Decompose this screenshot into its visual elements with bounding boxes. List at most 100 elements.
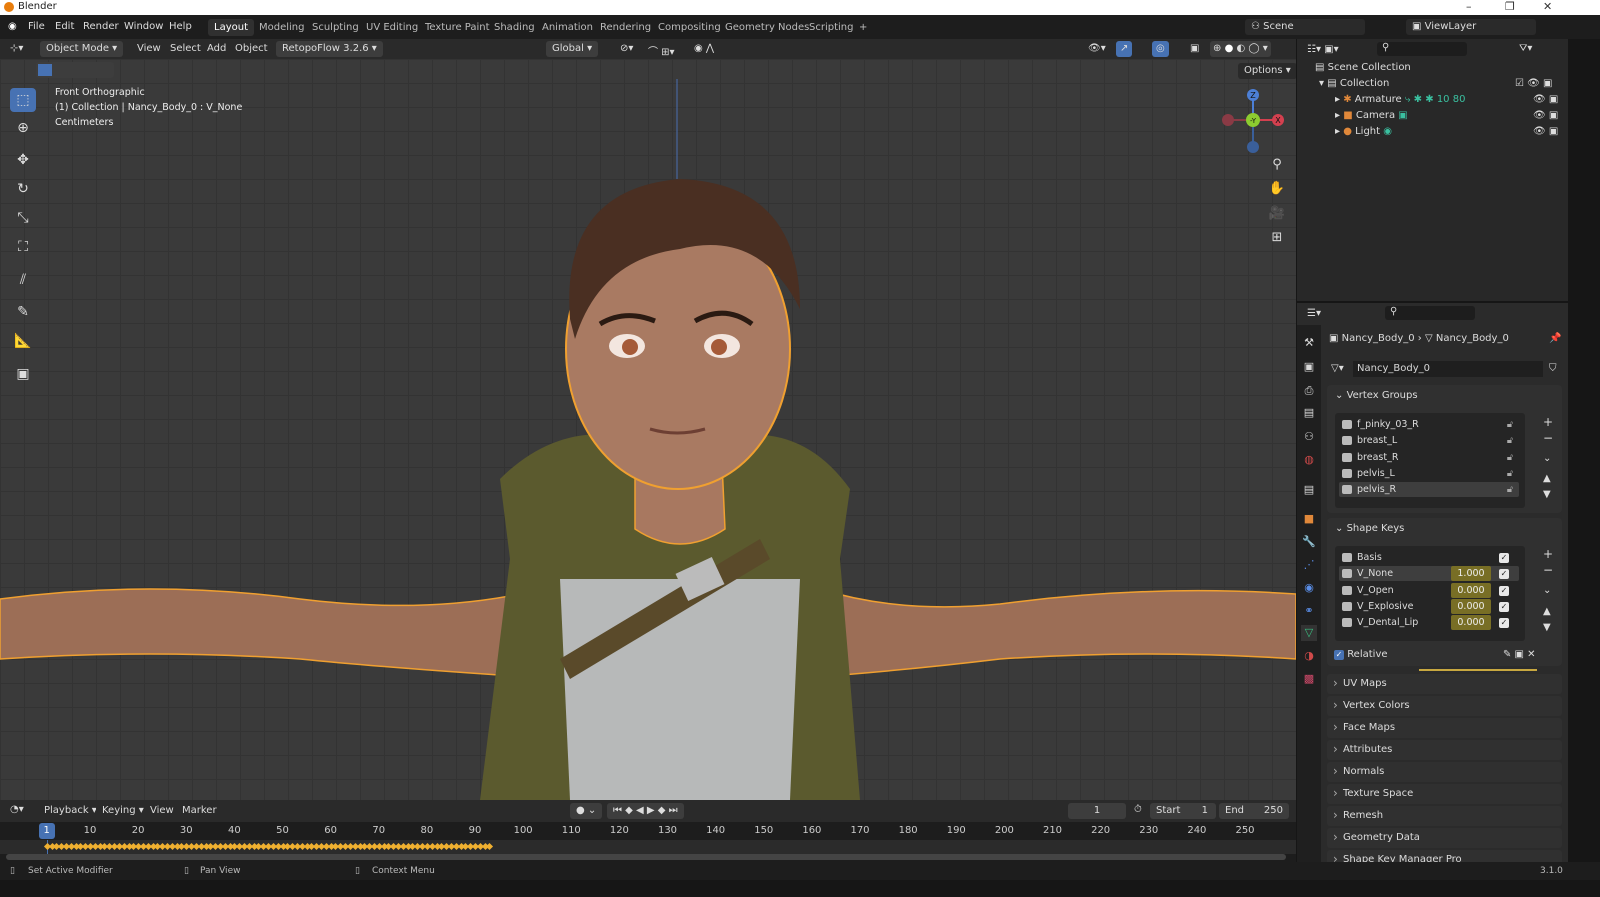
keyframe-track[interactable] [0,840,1296,854]
playback-controls[interactable]: ⏮ ◆ ◀ ▶ ◆ ⏭ [607,803,684,819]
shape-key-item[interactable]: Basis ✓ [1339,550,1519,565]
vertex-group-item[interactable]: breast_R 🔓︎ [1339,450,1519,465]
timeline-scrollbar[interactable] [6,854,1286,860]
visibility-icon[interactable]: 👁▾ [1088,43,1106,54]
tab-shading[interactable]: Shading [488,19,541,36]
tab-animation[interactable]: Animation [536,19,599,36]
menu-edit[interactable]: Edit [55,21,74,32]
shape-key-value[interactable]: 1.000 [1451,566,1491,582]
frame-ruler[interactable]: 10 20 30 40 50 60 70 80 90 100 110 120 130 140 150 160 1… [0,822,1296,840]
cursor-tool[interactable]: ⊕ [10,116,36,140]
shape-key-down-button[interactable]: ▼ [1543,622,1551,633]
end-frame-field[interactable]: End 250 [1219,803,1289,819]
ortho-grid-icon[interactable]: ⊞ [1266,227,1288,249]
zoom-icon[interactable]: ⚲ [1266,154,1288,176]
tab-layout[interactable]: Layout [208,19,254,36]
scene-tab-icon[interactable]: ⚇ [1301,429,1317,445]
view-layer-selector[interactable]: ▣ ViewLayer [1406,19,1536,35]
camera-view-icon[interactable]: 🎥 [1266,203,1288,225]
lock-icon[interactable]: 🔓︎ [1507,466,1513,481]
shape-keys-list[interactable]: Basis ✓ V_None 1.000 ✓ V_Open 0.000 ✓ V_Explosiv… [1335,546,1525,641]
playback-dropdown[interactable]: Playback ▾ [38,803,103,819]
vertex-group-item[interactable]: pelvis_L 🔓︎ [1339,466,1519,481]
timeline-view-menu[interactable]: View [150,805,174,816]
current-frame-field[interactable]: 1 [1068,803,1126,819]
shape-key-mute-checkbox[interactable]: ✓ [1499,569,1509,580]
vertex-group-specials-button[interactable]: ⌄ [1543,453,1551,464]
vertex-group-item[interactable]: breast_L 🔓︎ [1339,433,1519,448]
output-tab-icon[interactable]: ⎙ [1301,383,1317,399]
scale-tool[interactable]: ⤡ [10,206,36,230]
annotate-tool[interactable]: ⫽ [10,268,36,292]
move-tool[interactable]: ✥ [10,148,36,172]
section-vertex-colors[interactable]: Vertex Colors [1327,696,1562,716]
remove-vertex-group-button[interactable]: − [1543,431,1553,445]
shading-modes[interactable]: ⊕ ● ◐ ◯ ▾ [1210,41,1271,57]
outliner-item-light[interactable]: ▸ ● Light ◉ [1335,126,1392,137]
transform-tool[interactable]: ⛶ [10,235,36,259]
section-geometry-data[interactable]: Geometry Data [1327,828,1562,848]
world-tab-icon[interactable]: ◍ [1301,452,1317,468]
vertex-group-item[interactable]: pelvis_R 🔓︎ [1339,482,1519,498]
outliner-item-armature[interactable]: ▸ ✱ Armature ⤷ ✱ ✱ 10 80 [1335,94,1465,105]
select-box-tool[interactable]: ⬚ [10,88,36,112]
move-up-button[interactable]: ▲ [1543,473,1551,484]
shape-keys-header[interactable]: ⌄ Shape Keys [1335,523,1404,534]
menu-select[interactable]: Select [170,43,201,54]
mode-dropdown[interactable]: Object Mode ▾ [40,41,124,57]
remove-shape-key-button[interactable]: − [1543,563,1553,577]
editor-type-icon[interactable]: ⊹▾ [10,43,23,54]
scene-selector[interactable]: ⚇ Scene [1245,19,1365,35]
collection-row[interactable]: ▾ ▤ Collection [1319,78,1389,89]
section-remesh[interactable]: Remesh [1327,806,1562,826]
menu-view[interactable]: View [137,43,161,54]
outliner-display-mode-icon[interactable]: ☷▾ ▣▾ [1307,44,1339,55]
navigation-gizmo[interactable]: Z -Y X [1218,85,1288,155]
snap-icon[interactable]: ⌒ ⊞▾ [648,43,675,58]
pivot-icon[interactable]: ⊘▾ [620,43,633,54]
view-layer-tab-icon[interactable]: ▤ [1301,405,1317,421]
lock-icon[interactable]: 🔓︎ [1507,450,1513,465]
texture-tab-icon[interactable]: ▩ [1301,671,1317,687]
section-attributes[interactable]: Attributes [1327,740,1562,760]
close-button[interactable]: ✕ [1543,0,1552,13]
armature-visibility-icon[interactable]: 👁 ▣ [1533,94,1558,105]
light-visibility-icon[interactable]: 👁 ▣ [1533,126,1558,137]
camera-visibility-icon[interactable]: 👁 ▣ [1533,110,1558,121]
draw-tool[interactable]: ✎ [10,300,36,324]
shape-key-up-button[interactable]: ▲ [1543,606,1551,617]
options-dropdown[interactable]: Options ▾ [1238,63,1296,79]
lock-icon[interactable]: 🔓︎ [1507,417,1513,432]
fake-user-icon[interactable]: ⛉ [1549,363,1557,374]
shape-key-value[interactable]: 0.000 [1451,615,1491,631]
collection-checkbox[interactable]: ☑ 👁 ▣ [1515,78,1552,89]
keying-dropdown[interactable]: Keying ▾ [96,803,150,819]
overlay-toggle[interactable]: ◎ [1152,41,1169,57]
auto-keying-button[interactable]: ● ⌄ [570,803,603,819]
retopoflow-dropdown[interactable]: RetopoFlow 3.2.6 ▾ [276,41,383,57]
proportional-edit-icon[interactable]: ◉ ⋀ [694,43,714,54]
modifier-tab-icon[interactable]: 🔧 [1301,534,1317,550]
constraints-tab-icon[interactable]: ⚭ [1301,603,1317,619]
minimize-button[interactable]: – [1466,0,1472,13]
properties-search-input[interactable]: ⚲ [1385,306,1475,320]
scene-collection-row[interactable]: ▤ Scene Collection [1315,62,1411,73]
shape-key-item[interactable]: V_Dental_Lip 0.000 ✓ [1339,615,1519,631]
add-workspace-button[interactable]: + [853,19,873,36]
rotate-tool[interactable]: ↻ [10,177,36,201]
menu-render[interactable]: Render [83,21,119,32]
tab-sculpting[interactable]: Sculpting [306,19,365,36]
collection-tab-icon[interactable]: ▤ [1301,482,1317,498]
lock-icon[interactable]: 🔓︎ [1507,433,1513,448]
menu-add[interactable]: Add [207,43,226,54]
pan-hand-icon[interactable]: ✋ [1266,178,1288,200]
particles-tab-icon[interactable]: ⋰ [1301,557,1317,573]
add-cube-tool[interactable]: ▣ [10,362,36,386]
menu-help[interactable]: Help [169,21,192,32]
shape-key-mute-checkbox[interactable]: ✓ [1499,585,1509,596]
maximize-button[interactable]: ❐ [1505,0,1515,13]
mesh-data-tab-icon[interactable]: ▽ [1301,625,1317,641]
playhead[interactable]: 1 [38,823,55,839]
tab-texture-paint[interactable]: Texture Paint [419,19,496,36]
tool-tab-icon[interactable]: ⚒ [1301,335,1317,351]
